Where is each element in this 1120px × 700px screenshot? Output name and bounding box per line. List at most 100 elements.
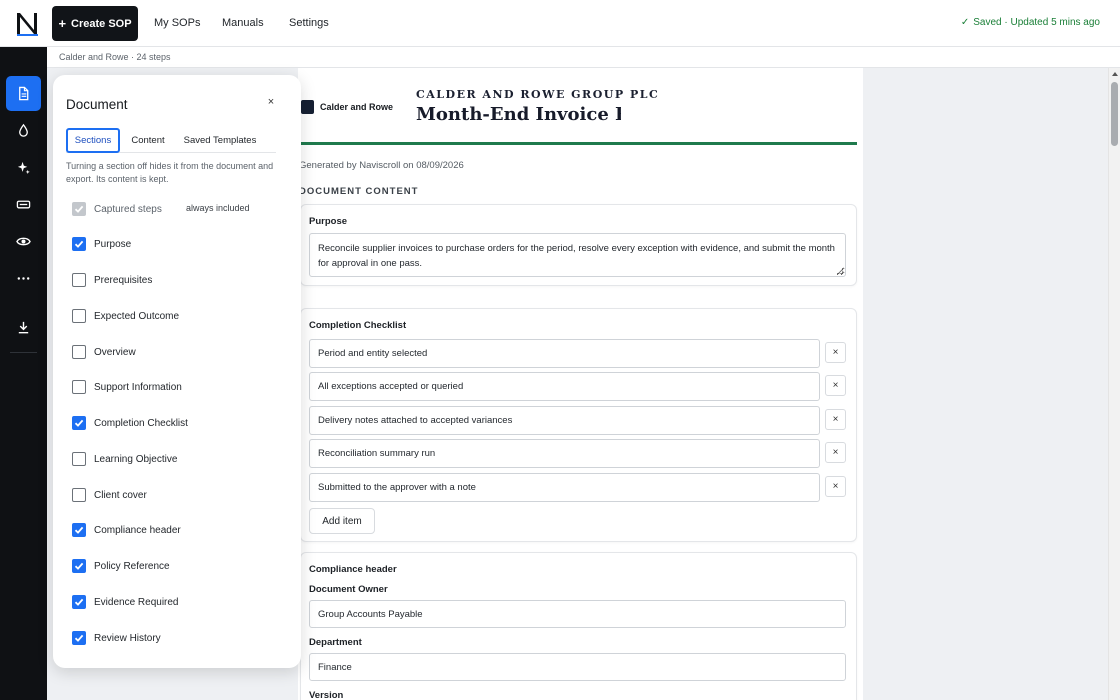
section-option-support-information[interactable]: Support Information xyxy=(72,379,282,395)
nav-my-sops[interactable]: My SOPs xyxy=(154,17,200,29)
section-checkbox[interactable] xyxy=(72,631,86,645)
app-logo[interactable] xyxy=(14,10,40,37)
section-checkbox[interactable] xyxy=(72,523,86,537)
checklist-item-input[interactable]: Delivery notes attached to accepted vari… xyxy=(309,406,820,435)
checklist-row: Submitted to the approver with a note × xyxy=(309,473,846,502)
document-owner-input[interactable]: Group Accounts Payable xyxy=(309,600,846,628)
checklist-row: Reconciliation summary run × xyxy=(309,439,846,468)
section-checkbox[interactable] xyxy=(72,595,86,609)
section-option-completion-checklist[interactable]: Completion Checklist xyxy=(72,415,282,431)
section-checkbox[interactable] xyxy=(72,345,86,359)
section-option-label: Completion Checklist xyxy=(94,417,188,429)
document-title[interactable]: Month-End Invoice Reconciliation xyxy=(416,104,621,125)
rail-ai-button[interactable] xyxy=(6,150,41,185)
checklist-item-input[interactable]: Submitted to the approver with a note xyxy=(309,473,820,502)
company-name: CALDER AND ROWE GROUP PLC xyxy=(416,88,660,101)
section-option-compliance-header[interactable]: Compliance header xyxy=(72,522,282,538)
close-icon[interactable]: × xyxy=(264,95,278,109)
section-option-expected-outcome[interactable]: Expected Outcome xyxy=(72,308,282,324)
section-option-label: Purpose xyxy=(94,238,132,250)
checklist-row: Delivery notes attached to accepted vari… xyxy=(309,406,846,435)
section-option-purpose[interactable]: Purpose xyxy=(72,236,282,252)
resize-handle[interactable] xyxy=(837,268,843,274)
add-item-button[interactable]: Add item xyxy=(309,508,375,534)
section-option-captured-steps: Captured steps xyxy=(72,201,282,217)
section-checkbox[interactable] xyxy=(72,380,86,394)
remove-item-button[interactable]: × xyxy=(825,375,846,396)
version-label: Version xyxy=(309,690,344,700)
nav-manuals[interactable]: Manuals xyxy=(222,17,264,29)
checkmark-icon xyxy=(74,419,84,427)
checklist-item-input[interactable]: All exceptions accepted or queried xyxy=(309,372,820,401)
panel-help-text: Turning a section off hides it from the … xyxy=(66,161,274,184)
section-option-label: Client cover xyxy=(94,489,147,501)
sparkle-icon xyxy=(17,161,30,174)
section-option-overview[interactable]: Overview xyxy=(72,344,282,360)
checklist-row: All exceptions accepted or queried × xyxy=(309,372,846,401)
always-included-note: always included xyxy=(186,203,250,213)
document-icon xyxy=(19,86,29,101)
section-option-label: Overview xyxy=(94,346,136,358)
purpose-label: Purpose xyxy=(309,216,348,227)
remove-item-button[interactable]: × xyxy=(825,342,846,363)
section-checkbox[interactable] xyxy=(72,237,86,251)
section-checkbox[interactable] xyxy=(72,273,86,287)
checklist-item-input[interactable]: Period and entity selected xyxy=(309,339,820,368)
rail-more-button[interactable] xyxy=(6,261,41,296)
droplet-icon xyxy=(19,123,28,137)
purpose-textarea[interactable]: Reconcile supplier invoices to purchase … xyxy=(309,233,846,277)
remove-item-button[interactable]: × xyxy=(825,409,846,430)
generated-note: Generated by Naviscroll on 08/09/2026 xyxy=(299,160,464,171)
section-option-label: Captured steps xyxy=(94,203,162,215)
tab-sections[interactable]: Sections xyxy=(66,128,120,153)
checkmark-icon xyxy=(74,240,84,248)
left-rail xyxy=(0,47,47,700)
section-checkbox[interactable] xyxy=(72,559,86,573)
section-option-policy-reference[interactable]: Policy Reference xyxy=(72,558,282,574)
scroll-up-icon[interactable] xyxy=(1112,72,1118,76)
compliance-label: Compliance header xyxy=(309,564,397,575)
compliance-header-card: Compliance header Document Owner Group A… xyxy=(300,552,857,700)
breadcrumb: Calder and Rowe · 24 steps xyxy=(59,52,171,62)
rail-preview-button[interactable] xyxy=(6,224,41,259)
section-checkbox[interactable] xyxy=(72,416,86,430)
save-status: ✓ Saved · Updated 5 mins ago xyxy=(961,17,1100,28)
create-sop-label: Create SOP xyxy=(71,17,132,30)
section-checkbox[interactable] xyxy=(72,309,86,323)
section-option-review-history[interactable]: Review History xyxy=(72,630,282,646)
purpose-text: Reconcile supplier invoices to purchase … xyxy=(318,243,835,269)
rail-theme-button[interactable] xyxy=(6,113,41,148)
remove-item-button[interactable]: × xyxy=(825,476,846,497)
breadcrumb-bar: Calder and Rowe · 24 steps xyxy=(47,47,1120,68)
section-option-client-cover[interactable]: Client cover xyxy=(72,487,282,503)
document-content-heading: DOCUMENT CONTENT xyxy=(299,186,419,197)
nav-settings[interactable]: Settings xyxy=(289,17,329,29)
checkmark-icon xyxy=(74,526,84,534)
section-checkbox[interactable] xyxy=(72,488,86,502)
tab-saved-templates[interactable]: Saved Templates xyxy=(178,128,262,153)
checklist-row: Period and entity selected × xyxy=(309,339,846,368)
section-checkbox[interactable] xyxy=(72,452,86,466)
section-option-learning-objective[interactable]: Learning Objective xyxy=(72,451,282,467)
department-input[interactable]: Finance xyxy=(309,653,846,681)
section-option-label: Learning Objective xyxy=(94,453,178,465)
rail-document-button[interactable] xyxy=(6,76,41,111)
document-scrollbar[interactable] xyxy=(1108,68,1120,700)
save-status-text: Saved · Updated 5 mins ago xyxy=(973,17,1100,28)
eye-icon xyxy=(16,237,31,246)
tab-content[interactable]: Content xyxy=(126,128,170,153)
remove-item-button[interactable]: × xyxy=(825,442,846,463)
checklist-item-input[interactable]: Reconciliation summary run xyxy=(309,439,820,468)
section-option-evidence-required[interactable]: Evidence Required xyxy=(72,594,282,610)
rail-badge-button[interactable] xyxy=(6,187,41,222)
brand-name: Calder and Rowe xyxy=(320,102,394,112)
section-option-label: Prerequisites xyxy=(94,274,153,286)
create-sop-button[interactable]: + Create SOP xyxy=(52,6,138,41)
checkmark-icon xyxy=(74,634,84,642)
checkmark-icon xyxy=(74,562,84,570)
more-icon xyxy=(17,277,30,280)
section-option-label: Support Information xyxy=(94,381,182,393)
section-option-prerequisites[interactable]: Prerequisites xyxy=(72,272,282,288)
rail-download-button[interactable] xyxy=(6,310,41,345)
scroll-thumb[interactable] xyxy=(1111,82,1118,146)
